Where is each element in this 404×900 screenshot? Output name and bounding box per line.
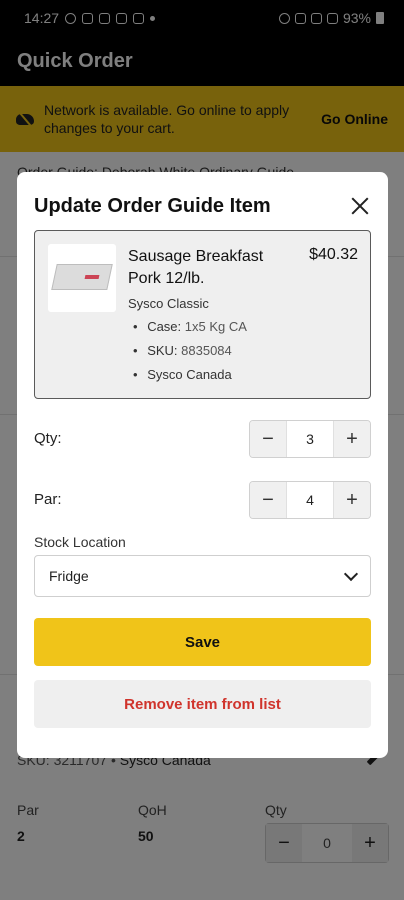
close-icon[interactable] xyxy=(350,196,370,216)
stock-location-label: Stock Location xyxy=(34,534,126,550)
par-decrement-button[interactable]: − xyxy=(250,482,286,518)
stock-location-select[interactable]: Fridge xyxy=(34,555,371,597)
product-distributor: Sysco Canada xyxy=(133,366,247,390)
product-case: Case: 1x5 Kg CA xyxy=(133,318,247,342)
par-input[interactable]: 4 xyxy=(286,482,334,518)
product-name: Sausage Breakfast Pork 12/lb. xyxy=(128,248,264,287)
qty-label: Qty: xyxy=(34,430,62,447)
par-stepper: − 4 + xyxy=(249,481,371,519)
qty-decrement-button[interactable]: − xyxy=(250,421,286,457)
product-card: Sausage Breakfast Pork 12/lb. $40.32 Sys… xyxy=(34,230,371,399)
qty-increment-button[interactable]: + xyxy=(334,421,370,457)
qty-input[interactable]: 3 xyxy=(286,421,334,457)
product-brand: Sysco Classic xyxy=(128,296,209,311)
save-button[interactable]: Save xyxy=(34,618,371,666)
update-item-dialog: Update Order Guide Item Sausage Breakfas… xyxy=(17,172,388,758)
dialog-title: Update Order Guide Item xyxy=(34,195,271,217)
case-label: Case: xyxy=(147,319,182,334)
distributor-name: Sysco Canada xyxy=(147,367,232,382)
remove-item-button[interactable]: Remove item from list xyxy=(34,680,371,728)
product-price: $40.32 xyxy=(309,246,358,263)
product-sku: SKU: 8835084 xyxy=(133,342,247,366)
stock-location-value: Fridge xyxy=(49,568,89,584)
chevron-down-icon xyxy=(343,566,359,581)
par-increment-button[interactable]: + xyxy=(334,482,370,518)
par-label: Par: xyxy=(34,491,62,508)
qty-stepper: − 3 + xyxy=(249,420,371,458)
product-image xyxy=(48,244,116,312)
product-details: Case: 1x5 Kg CA SKU: 8835084 Sysco Canad… xyxy=(133,318,247,390)
sku-value: 8835084 xyxy=(181,343,232,358)
sku-label: SKU: xyxy=(147,343,178,358)
case-value: 1x5 Kg CA xyxy=(184,319,247,334)
